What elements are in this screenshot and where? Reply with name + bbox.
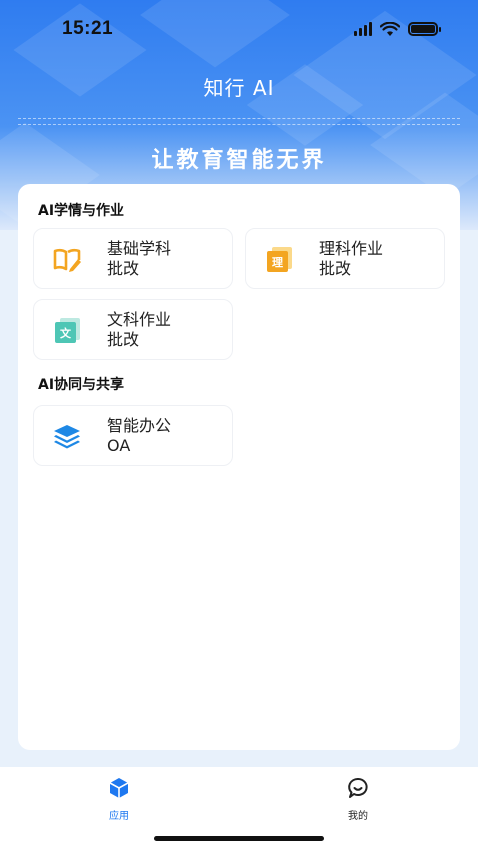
section-title-collaboration: AI协同与共享 [38,377,125,393]
open-book-pen-icon [52,244,82,274]
liberal-doc-icon: 文 [52,315,82,345]
battery-icon [408,22,441,36]
liberal-icon-char: 文 [60,326,71,340]
layers-icon [52,421,82,451]
decorative-dashed-line [18,118,460,119]
wifi-icon [380,21,400,36]
cellular-signal-icon [354,22,372,36]
tab-profile[interactable]: 我的 [318,777,398,822]
card-label: 理科作业 批改 [319,238,384,278]
decorative-dashed-line [18,124,460,125]
card-label: 基础学科 批改 [107,238,172,278]
card-smart-office-oa[interactable]: 智能办公 OA [33,405,233,466]
card-liberal-arts-grading[interactable]: 文 文科作业 批改 [33,299,233,360]
card-basic-subject-grading[interactable]: 基础学科 批改 [33,228,233,289]
tab-apps[interactable]: 应用 [79,777,159,822]
status-icons [354,21,441,37]
card-label: 文科作业 批改 [107,309,172,349]
card-label: 智能办公 OA [107,415,172,455]
status-time: 15:21 [62,18,114,39]
app-title: 知行 AI [203,76,275,100]
home-indicator [154,836,324,841]
slogan: 让教育智能无界 [151,148,327,173]
tab-label: 应用 [109,811,129,822]
science-icon-char: 理 [272,255,283,269]
card-science-homework-grading[interactable]: 理 理科作业 批改 [245,228,445,289]
status-bar: 15:21 [0,0,478,58]
apps-panel: AI学情与作业 基础学科 批改 理 理科作业 批改 文 文科作业 批改 AI协同… [18,184,460,750]
tab-label: 我的 [348,811,368,822]
science-doc-icon: 理 [264,244,294,274]
cube-icon [109,778,129,798]
section-title-homework: AI学情与作业 [38,203,125,219]
chat-profile-icon [348,777,368,798]
